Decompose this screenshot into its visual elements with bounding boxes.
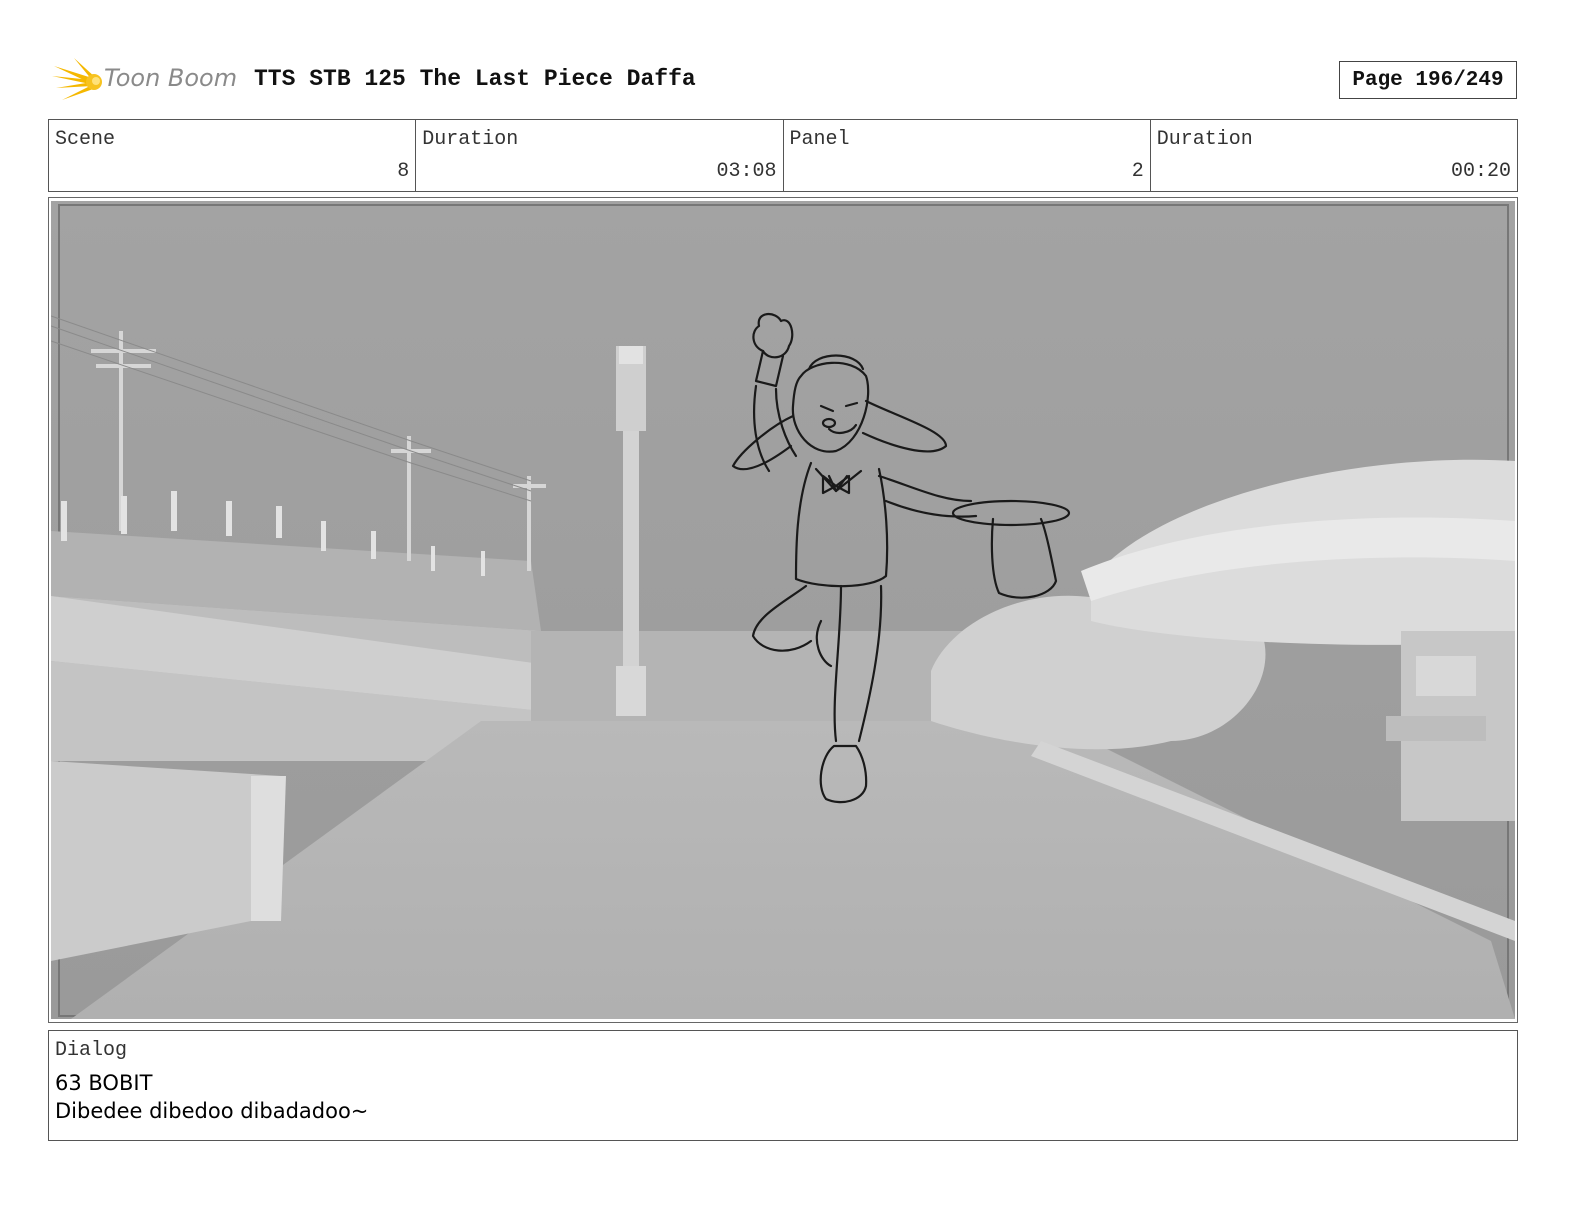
- dialog-label: Dialog: [55, 1039, 128, 1062]
- scene-duration-value: 03:08: [716, 160, 777, 183]
- panel-value: 2: [1131, 160, 1144, 183]
- panel-label: Panel: [789, 128, 850, 151]
- dialog-speaker: 63 BOBIT: [55, 1071, 153, 1095]
- panel-duration-cell: Duration 00:20: [1151, 120, 1517, 191]
- scene-value: 8: [397, 160, 410, 183]
- scene-duration-cell: Duration 03:08: [416, 120, 784, 191]
- logo-text: Toon Boom: [104, 64, 238, 92]
- scene-label: Scene: [55, 128, 116, 151]
- panel-duration-value: 00:20: [1450, 160, 1511, 183]
- document-title: TTS STB 125 The Last Piece Daffa: [254, 66, 696, 92]
- scene-info-table: Scene 8 Duration 03:08 Panel 2 Duration …: [48, 119, 1518, 192]
- storyboard-panel-image: [51, 201, 1515, 1019]
- page-number: Page 196/249: [1352, 68, 1504, 92]
- scene-cell: Scene 8: [49, 120, 417, 191]
- dialog-box: Dialog 63 BOBIT Dibedee dibedoo dibadado…: [48, 1030, 1518, 1141]
- page-number-box: Page 196/249: [1339, 61, 1517, 99]
- panel-duration-label: Duration: [1156, 128, 1253, 151]
- panel-cell: Panel 2: [784, 120, 1151, 191]
- dialog-text: Dibedee dibedoo dibadadoo~: [55, 1099, 369, 1123]
- scene-duration-label: Duration: [422, 128, 519, 151]
